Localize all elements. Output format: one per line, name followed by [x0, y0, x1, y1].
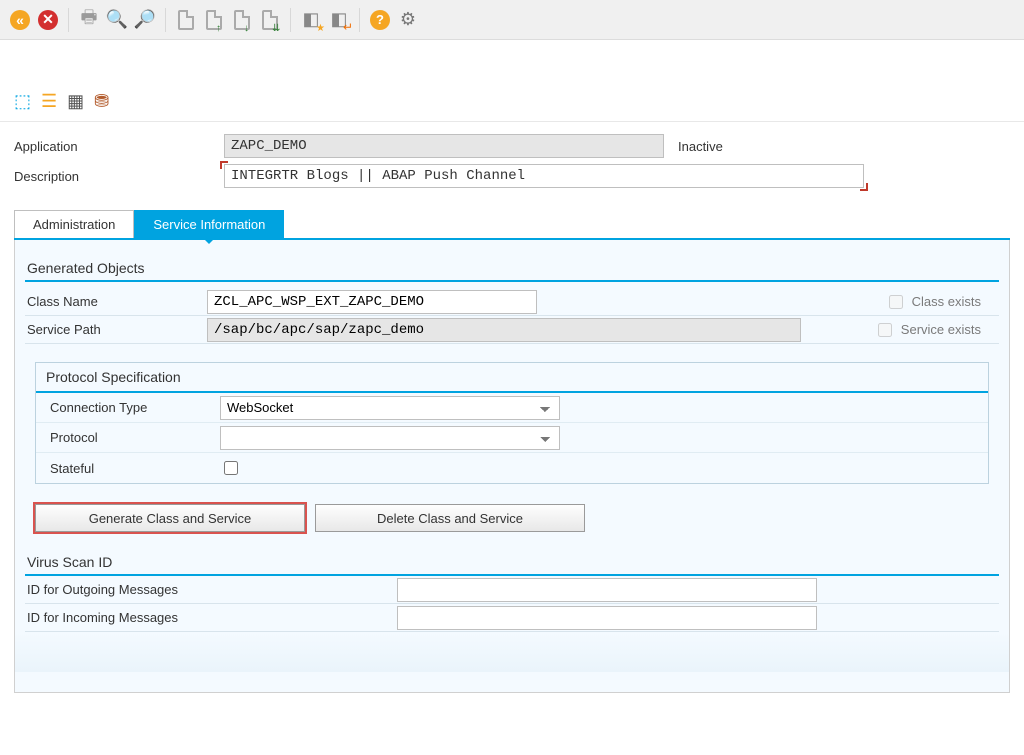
- service-path-label: Service Path: [27, 322, 207, 337]
- generate-button[interactable]: Generate Class and Service: [35, 504, 305, 532]
- protocol-spec-title: Protocol Specification: [36, 363, 988, 393]
- application-label: Application: [14, 139, 224, 154]
- divider: [165, 8, 166, 32]
- session-icon[interactable]: ◧↵: [327, 8, 351, 32]
- settings-icon[interactable]: ⚙: [396, 8, 420, 32]
- class-exists-label: Class exists: [912, 294, 981, 309]
- virus-scan-group: Virus Scan ID ID for Outgoing Messages I…: [25, 550, 999, 632]
- bottom-area: [15, 632, 1009, 672]
- tab-administration[interactable]: Administration: [14, 210, 134, 238]
- service-path-field[interactable]: [207, 318, 801, 342]
- divider: [290, 8, 291, 32]
- incoming-id-label: ID for Incoming Messages: [27, 610, 397, 625]
- cancel-icon[interactable]: ✕: [36, 8, 60, 32]
- connection-type-label: Connection Type: [50, 400, 220, 415]
- tabstrip: Administration Service Information Gener…: [14, 210, 1010, 693]
- stateful-label: Stateful: [50, 461, 220, 476]
- application-field[interactable]: [224, 134, 664, 158]
- prev-page-icon[interactable]: ↑: [202, 8, 226, 32]
- generated-objects-group: Generated Objects Class Name Class exist…: [15, 256, 1009, 344]
- description-field[interactable]: [224, 164, 864, 188]
- protocol-spec-group: Protocol Specification Connection Type W…: [35, 362, 989, 484]
- tab-service-information[interactable]: Service Information: [134, 210, 284, 238]
- display-object-icon[interactable]: ⛃: [94, 91, 109, 112]
- delete-button[interactable]: Delete Class and Service: [315, 504, 585, 532]
- focus-corner-icon: [860, 183, 868, 191]
- find-next-icon[interactable]: 🔎: [133, 8, 157, 32]
- divider: [68, 8, 69, 32]
- tab-body: Generated Objects Class Name Class exist…: [14, 240, 1010, 693]
- stateful-checkbox[interactable]: [224, 461, 238, 475]
- header-form: Application Inactive Description: [0, 122, 1024, 190]
- first-page-icon[interactable]: [174, 8, 198, 32]
- service-exists-checkbox[interactable]: Service exists: [874, 320, 981, 340]
- where-used-icon[interactable]: ▦: [67, 91, 84, 112]
- print-icon[interactable]: 🖶: [77, 8, 101, 32]
- object-toolbar: ⬚ ☰ ▦ ⛃: [0, 82, 1024, 122]
- connection-type-select[interactable]: WebSocket: [220, 396, 560, 420]
- activate-icon[interactable]: ⬚: [14, 91, 31, 112]
- class-name-label: Class Name: [27, 294, 207, 309]
- incoming-id-field[interactable]: [397, 606, 817, 630]
- main-toolbar: « ✕ 🖶 🔍 🔎 ↑ ↓ ⇊ ◧★ ◧↵ ? ⚙: [0, 0, 1024, 40]
- last-page-icon[interactable]: ⇊: [258, 8, 282, 32]
- class-exists-checkbox[interactable]: Class exists: [885, 292, 981, 312]
- find-icon[interactable]: 🔍: [105, 8, 129, 32]
- new-window-icon[interactable]: ◧★: [299, 8, 323, 32]
- focus-corner-icon: [220, 161, 228, 169]
- class-name-field[interactable]: [207, 290, 537, 314]
- protocol-select[interactable]: [220, 426, 560, 450]
- outgoing-id-label: ID for Outgoing Messages: [27, 582, 397, 597]
- generated-objects-title: Generated Objects: [25, 256, 999, 282]
- outgoing-id-field[interactable]: [397, 578, 817, 602]
- status-text: Inactive: [678, 139, 723, 154]
- description-label: Description: [14, 169, 224, 184]
- next-page-icon[interactable]: ↓: [230, 8, 254, 32]
- action-button-row: Generate Class and Service Delete Class …: [35, 504, 1009, 532]
- back-icon[interactable]: «: [8, 8, 32, 32]
- divider: [359, 8, 360, 32]
- help-icon[interactable]: ?: [368, 8, 392, 32]
- check-icon[interactable]: ☰: [41, 91, 57, 112]
- virus-scan-title: Virus Scan ID: [25, 550, 999, 576]
- service-exists-label: Service exists: [901, 322, 981, 337]
- protocol-label: Protocol: [50, 430, 220, 445]
